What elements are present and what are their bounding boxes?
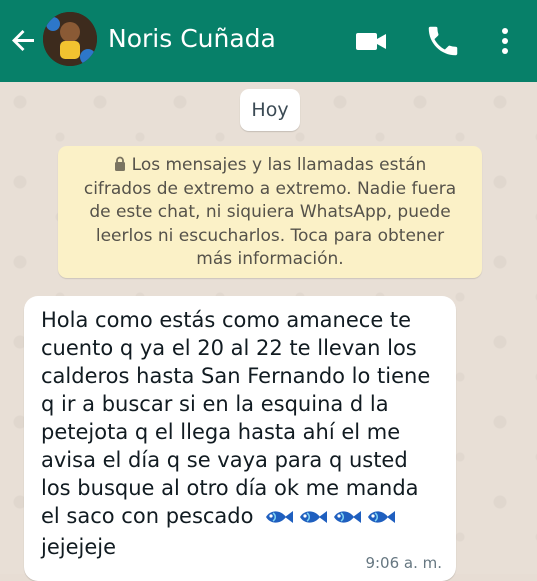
encryption-notice-text: Los mensajes y las llamadas están cifrad… [83,155,457,269]
contact-name[interactable]: Noris Cuñada [108,22,276,56]
fish-emoji [331,505,362,523]
message-text: Hola como estás como amanece te cuento q… [41,306,444,561]
contact-avatar[interactable] [43,12,97,66]
message-line: jejejeje [41,535,117,559]
video-call-icon [356,33,386,50]
fish-emoji [263,505,294,523]
message-line: cuento q ya el 20 al 22 te llevan los [41,336,417,360]
voice-call-button[interactable] [424,22,462,60]
fish-emoji [365,505,396,523]
message-line: petejota q el llega hasta ahí el me [41,420,401,444]
lock-icon [114,156,125,171]
encryption-notice[interactable]: Los mensajes y las llamadas están cifrad… [58,146,482,278]
phone-icon [428,26,458,56]
message-timestamp: 9:06 a. m. [365,554,442,572]
message-line: q ir a buscar si en la esquina d la [41,392,389,416]
message-line: Hola como estás como amanece te [41,308,412,332]
chat-header: Noris Cuñada [0,0,537,82]
avatar-image [43,12,97,66]
more-vertical-icon [502,28,508,54]
date-separator: Hoy [240,89,300,131]
more-options-button[interactable] [490,22,520,60]
message-line: avisa el día q se vaya para q usted [41,448,408,472]
fish-emoji-row [260,505,396,533]
message-line: calderos hasta San Fernando lo tiene [41,364,431,388]
arrow-left-icon [12,30,34,51]
video-call-button[interactable] [352,22,390,60]
message-line: los busque al otro día ok me manda [41,476,419,500]
message-line: el saco con pescado [41,504,254,528]
incoming-message-bubble[interactable]: Hola como estás como amanece te cuento q… [24,296,456,581]
fish-emoji [297,505,328,523]
back-button[interactable] [8,24,40,56]
